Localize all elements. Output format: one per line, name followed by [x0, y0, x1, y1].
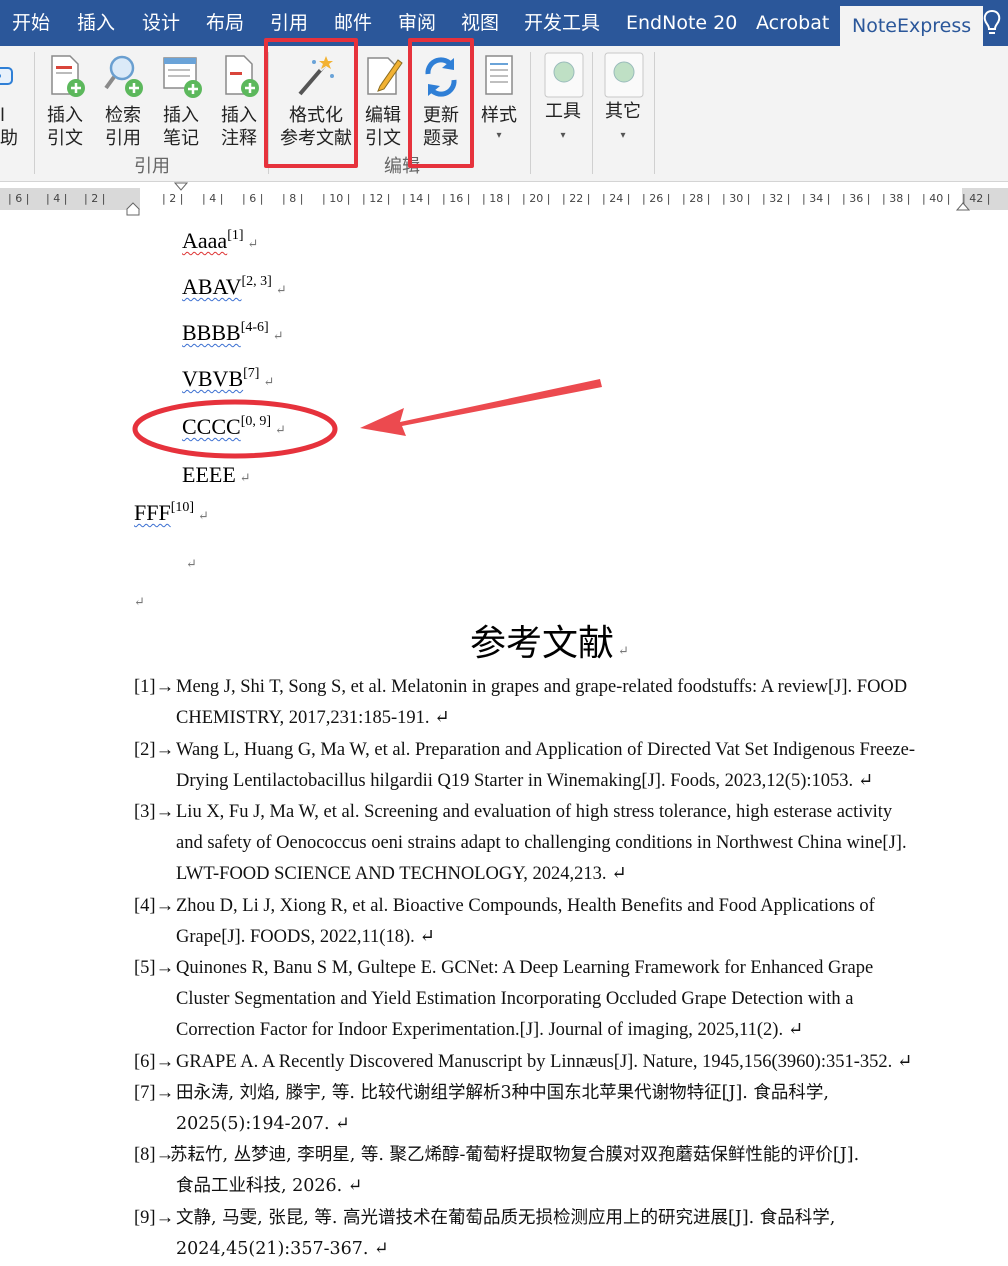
ruler-label: | 38 |	[882, 192, 911, 205]
insert-annotation-button[interactable]: 插入 注释	[210, 50, 268, 168]
ribbon-panel: l 助 插入 引文 检索 引用 插入 笔记 插入 注释 引用 格式化 参考文献 …	[0, 38, 1008, 182]
bibliography-heading: 参考文献 ↵	[470, 623, 629, 664]
ruler-label: | 30 |	[722, 192, 751, 205]
ruler-label: | 28 |	[682, 192, 711, 205]
insert-citation-label-1: 插入	[47, 105, 83, 126]
insert-citation-icon	[51, 55, 85, 97]
edit-citation-label-1: 编辑	[365, 105, 401, 126]
tools-button[interactable]: 工具 ▾	[534, 50, 592, 168]
tab-design[interactable]: 设计	[142, 0, 180, 46]
body-line: VBVB[7]↵	[182, 366, 275, 391]
insert-annotation-label-1: 插入	[221, 105, 257, 126]
search-citation-label-1: 检索	[105, 105, 141, 126]
other-button[interactable]: 其它 ▾	[594, 50, 652, 168]
tab-acrobat[interactable]: Acrobat	[756, 0, 829, 46]
ruler-label: | 6 |	[242, 192, 264, 205]
ruler-label: | 10 |	[322, 192, 351, 205]
ruler-label: | 4 |	[46, 192, 68, 205]
body-line: BBBB[4-6]↵	[182, 320, 284, 345]
style-button[interactable]: 样式 ▾	[470, 50, 528, 168]
pointer-arrow	[360, 379, 602, 436]
tab-endnote[interactable]: EndNote 20	[626, 0, 737, 46]
insert-note-label-2: 笔记	[163, 128, 199, 149]
tab-start[interactable]: 开始	[12, 0, 50, 46]
body-line: Aaaa[1]↵	[182, 228, 259, 253]
search-citation-label-2: 引用	[105, 128, 141, 149]
ruler-label: | 40 |	[922, 192, 951, 205]
group-separator	[530, 52, 531, 174]
ribbon-tab-bar: 开始 插入 设计 布局 引用 邮件 审阅 视图 开发工具 EndNote 20 …	[0, 0, 1008, 46]
insert-note-button[interactable]: 插入 笔记	[152, 50, 210, 168]
tab-insert[interactable]: 插入	[77, 0, 115, 46]
body-line: EEEE ↵	[182, 462, 251, 487]
edit-pencil-icon	[367, 57, 403, 95]
robot-icon	[0, 67, 13, 85]
tools-icon	[544, 52, 584, 98]
search-citation-button[interactable]: 检索 引用	[94, 50, 152, 168]
ruler-label: | 20 |	[522, 192, 551, 205]
first-line-indent-marker[interactable]	[174, 182, 188, 192]
ruler-label: | 2 |	[84, 192, 106, 205]
group-separator	[592, 52, 593, 174]
body-line: ABAV[2, 3]↵	[182, 274, 287, 299]
style-dropdown-arrow: ▾	[496, 130, 502, 141]
tab-layout[interactable]: 布局	[206, 0, 244, 46]
ruler-numbers: | 6 | | 4 | | 2 | | 2 | | 4 | | 6 | | 8 | | 10 …	[0, 188, 1008, 210]
insert-citation-button[interactable]: 插入 引文	[36, 50, 94, 168]
ruler-label: | 6 |	[8, 192, 30, 205]
ruler-label: | 8 |	[282, 192, 304, 205]
lightbulb-icon[interactable]	[981, 8, 1003, 38]
ruler-label: | 24 |	[602, 192, 631, 205]
ruler-label: | 14 |	[402, 192, 431, 205]
ruler-label: | 16 |	[442, 192, 471, 205]
other-icon	[604, 52, 644, 98]
assistant-button[interactable]: l 助	[0, 50, 28, 168]
tab-developer[interactable]: 开发工具	[524, 0, 600, 46]
ruler-label: | 26 |	[642, 192, 671, 205]
edit-citation-label-2: 引文	[365, 128, 401, 149]
search-icon	[104, 55, 143, 97]
insert-citation-label-2: 引文	[47, 128, 83, 149]
ruler-label: | 12 |	[362, 192, 391, 205]
left-indent-marker[interactable]	[126, 202, 140, 216]
style-icon	[485, 55, 513, 95]
annotation-icon	[225, 55, 259, 97]
insert-note-label-1: 插入	[163, 105, 199, 126]
ruler-label: | 36 |	[842, 192, 871, 205]
ruler-label: | 34 |	[802, 192, 831, 205]
highlight-box-update	[408, 38, 474, 168]
document-page[interactable]: Aaaa[1]↵ ABAV[2, 3]↵ BBBB[4-6]↵ VBVB[7]↵…	[0, 218, 1008, 1266]
insert-annotation-label-2: 注释	[221, 128, 257, 149]
group-label-cite: 引用	[134, 156, 170, 177]
other-dropdown-arrow: ▾	[620, 130, 626, 141]
tab-noteexpress[interactable]: NoteExpress	[840, 6, 984, 46]
ruler-label: | 22 |	[562, 192, 591, 205]
empty-paragraph: ↵	[134, 594, 145, 609]
highlight-box-format	[264, 38, 358, 168]
body-line: FFF[10]↵	[134, 500, 209, 525]
body-line-highlighted: CCCC[0, 9]↵	[182, 414, 286, 439]
ruler-label: | 4 |	[202, 192, 224, 205]
edit-citation-button[interactable]: 编辑 引文	[354, 50, 412, 168]
empty-paragraph: ↵	[186, 556, 197, 571]
note-icon	[163, 57, 202, 98]
group-separator	[34, 52, 35, 174]
right-indent-marker[interactable]	[956, 202, 970, 216]
group-separator	[654, 52, 655, 174]
other-label: 其它	[605, 101, 641, 122]
horizontal-ruler[interactable]: | 6 | | 4 | | 2 | | 2 | | 4 | | 6 | | 8 | | 10 …	[0, 182, 1008, 218]
style-label: 样式	[481, 105, 517, 126]
tools-dropdown-arrow: ▾	[560, 130, 566, 141]
ruler-label: | 32 |	[762, 192, 791, 205]
ruler-label: | 18 |	[482, 192, 511, 205]
tools-label: 工具	[545, 101, 581, 122]
